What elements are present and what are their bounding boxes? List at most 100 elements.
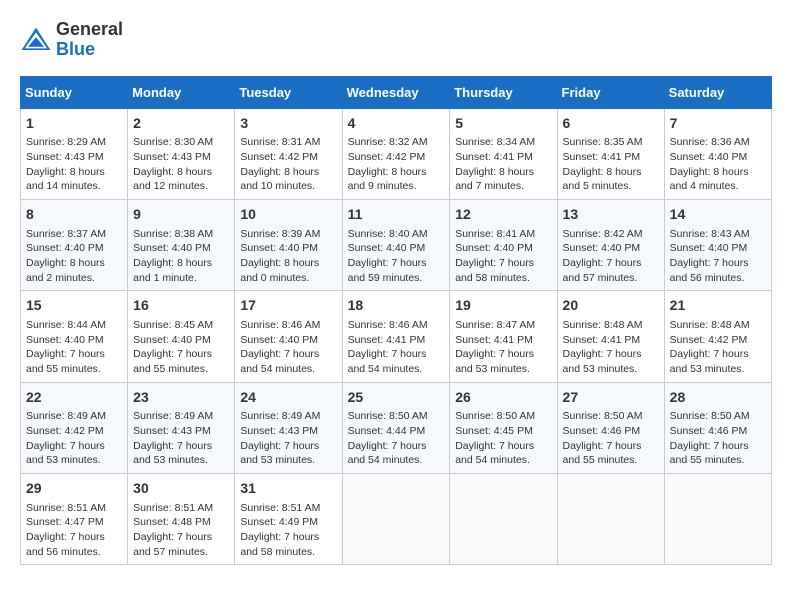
day-number: 20 (563, 296, 659, 316)
day-number: 31 (240, 479, 336, 499)
calendar-cell (557, 473, 664, 564)
day-info: Sunrise: 8:39 AM Sunset: 4:40 PM Dayligh… (240, 227, 336, 286)
day-number: 15 (26, 296, 122, 316)
calendar-cell: 22Sunrise: 8:49 AM Sunset: 4:42 PM Dayli… (21, 382, 128, 473)
calendar-cell: 16Sunrise: 8:45 AM Sunset: 4:40 PM Dayli… (128, 291, 235, 382)
day-number: 14 (670, 205, 766, 225)
calendar-cell: 2Sunrise: 8:30 AM Sunset: 4:43 PM Daylig… (128, 108, 235, 199)
day-info: Sunrise: 8:34 AM Sunset: 4:41 PM Dayligh… (455, 135, 551, 194)
day-number: 18 (348, 296, 445, 316)
logo-text: General Blue (56, 20, 123, 60)
day-number: 21 (670, 296, 766, 316)
page-header: General Blue (20, 20, 772, 60)
day-info: Sunrise: 8:45 AM Sunset: 4:40 PM Dayligh… (133, 318, 229, 377)
calendar-cell: 15Sunrise: 8:44 AM Sunset: 4:40 PM Dayli… (21, 291, 128, 382)
calendar-cell: 13Sunrise: 8:42 AM Sunset: 4:40 PM Dayli… (557, 199, 664, 290)
day-info: Sunrise: 8:37 AM Sunset: 4:40 PM Dayligh… (26, 227, 122, 286)
day-info: Sunrise: 8:50 AM Sunset: 4:44 PM Dayligh… (348, 409, 445, 468)
day-info: Sunrise: 8:44 AM Sunset: 4:40 PM Dayligh… (26, 318, 122, 377)
day-number: 22 (26, 388, 122, 408)
day-info: Sunrise: 8:38 AM Sunset: 4:40 PM Dayligh… (133, 227, 229, 286)
day-number: 23 (133, 388, 229, 408)
calendar-cell: 19Sunrise: 8:47 AM Sunset: 4:41 PM Dayli… (450, 291, 557, 382)
calendar-cell: 5Sunrise: 8:34 AM Sunset: 4:41 PM Daylig… (450, 108, 557, 199)
day-number: 9 (133, 205, 229, 225)
calendar-cell: 6Sunrise: 8:35 AM Sunset: 4:41 PM Daylig… (557, 108, 664, 199)
day-info: Sunrise: 8:46 AM Sunset: 4:41 PM Dayligh… (348, 318, 445, 377)
calendar-week-row: 15Sunrise: 8:44 AM Sunset: 4:40 PM Dayli… (21, 291, 772, 382)
column-header-saturday: Saturday (664, 76, 771, 108)
day-info: Sunrise: 8:50 AM Sunset: 4:45 PM Dayligh… (455, 409, 551, 468)
calendar-cell: 29Sunrise: 8:51 AM Sunset: 4:47 PM Dayli… (21, 473, 128, 564)
calendar-cell: 1Sunrise: 8:29 AM Sunset: 4:43 PM Daylig… (21, 108, 128, 199)
day-number: 27 (563, 388, 659, 408)
day-info: Sunrise: 8:51 AM Sunset: 4:48 PM Dayligh… (133, 501, 229, 560)
day-number: 19 (455, 296, 551, 316)
calendar-header-row: SundayMondayTuesdayWednesdayThursdayFrid… (21, 76, 772, 108)
calendar-cell: 18Sunrise: 8:46 AM Sunset: 4:41 PM Dayli… (342, 291, 450, 382)
day-info: Sunrise: 8:49 AM Sunset: 4:43 PM Dayligh… (133, 409, 229, 468)
day-number: 11 (348, 205, 445, 225)
day-info: Sunrise: 8:42 AM Sunset: 4:40 PM Dayligh… (563, 227, 659, 286)
day-number: 17 (240, 296, 336, 316)
day-info: Sunrise: 8:48 AM Sunset: 4:42 PM Dayligh… (670, 318, 766, 377)
calendar-cell: 30Sunrise: 8:51 AM Sunset: 4:48 PM Dayli… (128, 473, 235, 564)
day-info: Sunrise: 8:29 AM Sunset: 4:43 PM Dayligh… (26, 135, 122, 194)
logo-icon (20, 26, 52, 54)
day-info: Sunrise: 8:31 AM Sunset: 4:42 PM Dayligh… (240, 135, 336, 194)
calendar-cell: 21Sunrise: 8:48 AM Sunset: 4:42 PM Dayli… (664, 291, 771, 382)
day-number: 12 (455, 205, 551, 225)
column-header-thursday: Thursday (450, 76, 557, 108)
calendar-cell: 11Sunrise: 8:40 AM Sunset: 4:40 PM Dayli… (342, 199, 450, 290)
day-info: Sunrise: 8:43 AM Sunset: 4:40 PM Dayligh… (670, 227, 766, 286)
day-number: 29 (26, 479, 122, 499)
day-info: Sunrise: 8:35 AM Sunset: 4:41 PM Dayligh… (563, 135, 659, 194)
day-info: Sunrise: 8:48 AM Sunset: 4:41 PM Dayligh… (563, 318, 659, 377)
day-number: 6 (563, 114, 659, 134)
column-header-wednesday: Wednesday (342, 76, 450, 108)
calendar-cell: 24Sunrise: 8:49 AM Sunset: 4:43 PM Dayli… (235, 382, 342, 473)
column-header-sunday: Sunday (21, 76, 128, 108)
day-number: 8 (26, 205, 122, 225)
day-number: 5 (455, 114, 551, 134)
logo: General Blue (20, 20, 123, 60)
calendar-cell: 31Sunrise: 8:51 AM Sunset: 4:49 PM Dayli… (235, 473, 342, 564)
day-info: Sunrise: 8:49 AM Sunset: 4:42 PM Dayligh… (26, 409, 122, 468)
day-number: 25 (348, 388, 445, 408)
day-info: Sunrise: 8:51 AM Sunset: 4:47 PM Dayligh… (26, 501, 122, 560)
day-number: 4 (348, 114, 445, 134)
calendar-table: SundayMondayTuesdayWednesdayThursdayFrid… (20, 76, 772, 566)
calendar-week-row: 29Sunrise: 8:51 AM Sunset: 4:47 PM Dayli… (21, 473, 772, 564)
calendar-cell: 4Sunrise: 8:32 AM Sunset: 4:42 PM Daylig… (342, 108, 450, 199)
day-info: Sunrise: 8:41 AM Sunset: 4:40 PM Dayligh… (455, 227, 551, 286)
calendar-week-row: 22Sunrise: 8:49 AM Sunset: 4:42 PM Dayli… (21, 382, 772, 473)
calendar-cell: 26Sunrise: 8:50 AM Sunset: 4:45 PM Dayli… (450, 382, 557, 473)
column-header-monday: Monday (128, 76, 235, 108)
calendar-cell: 27Sunrise: 8:50 AM Sunset: 4:46 PM Dayli… (557, 382, 664, 473)
calendar-cell (342, 473, 450, 564)
calendar-cell: 28Sunrise: 8:50 AM Sunset: 4:46 PM Dayli… (664, 382, 771, 473)
day-info: Sunrise: 8:40 AM Sunset: 4:40 PM Dayligh… (348, 227, 445, 286)
calendar-cell: 8Sunrise: 8:37 AM Sunset: 4:40 PM Daylig… (21, 199, 128, 290)
day-number: 30 (133, 479, 229, 499)
calendar-cell: 25Sunrise: 8:50 AM Sunset: 4:44 PM Dayli… (342, 382, 450, 473)
calendar-week-row: 1Sunrise: 8:29 AM Sunset: 4:43 PM Daylig… (21, 108, 772, 199)
day-info: Sunrise: 8:32 AM Sunset: 4:42 PM Dayligh… (348, 135, 445, 194)
day-number: 24 (240, 388, 336, 408)
calendar-cell (450, 473, 557, 564)
day-number: 7 (670, 114, 766, 134)
day-number: 1 (26, 114, 122, 134)
day-number: 2 (133, 114, 229, 134)
day-number: 16 (133, 296, 229, 316)
day-info: Sunrise: 8:30 AM Sunset: 4:43 PM Dayligh… (133, 135, 229, 194)
day-number: 10 (240, 205, 336, 225)
calendar-week-row: 8Sunrise: 8:37 AM Sunset: 4:40 PM Daylig… (21, 199, 772, 290)
day-info: Sunrise: 8:51 AM Sunset: 4:49 PM Dayligh… (240, 501, 336, 560)
calendar-cell (664, 473, 771, 564)
day-info: Sunrise: 8:47 AM Sunset: 4:41 PM Dayligh… (455, 318, 551, 377)
day-number: 3 (240, 114, 336, 134)
calendar-cell: 3Sunrise: 8:31 AM Sunset: 4:42 PM Daylig… (235, 108, 342, 199)
day-info: Sunrise: 8:36 AM Sunset: 4:40 PM Dayligh… (670, 135, 766, 194)
day-info: Sunrise: 8:49 AM Sunset: 4:43 PM Dayligh… (240, 409, 336, 468)
calendar-cell: 23Sunrise: 8:49 AM Sunset: 4:43 PM Dayli… (128, 382, 235, 473)
